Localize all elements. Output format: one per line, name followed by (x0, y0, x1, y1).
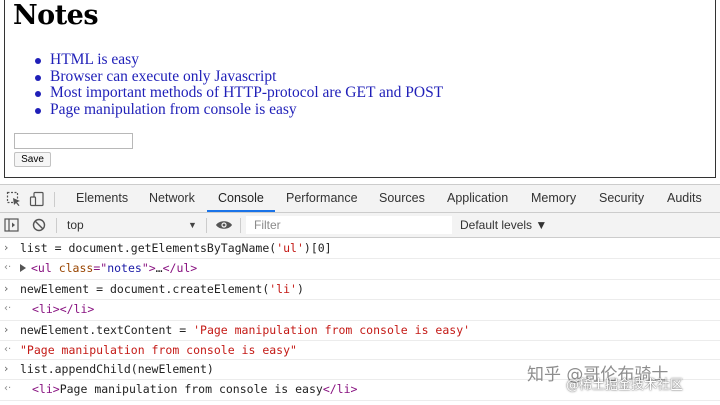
page-title: Notes (13, 0, 99, 31)
tab-performance[interactable]: Performance (286, 185, 358, 212)
console-input-row: › newElement.textContent = 'Page manipula… (0, 321, 720, 341)
tab-network[interactable]: Network (149, 185, 195, 212)
result-arrow-icon: ‹· (4, 262, 12, 273)
tab-audits[interactable]: Audits (667, 185, 702, 212)
toolbar-divider (240, 218, 241, 233)
console-input-row: › newElement = document.createElement('li… (0, 280, 720, 300)
tab-security[interactable]: Security (599, 185, 644, 212)
console-code: <ul class="notes">…</ul> (20, 259, 197, 277)
code-token: ) (296, 282, 304, 296)
code-token: =" (93, 261, 108, 275)
console-code: newElement = document.createElement('li'… (20, 280, 304, 298)
code-token: … (155, 261, 163, 275)
prompt-icon: › (4, 362, 9, 375)
prompt-icon: › (4, 323, 9, 336)
context-selector-value: top (67, 218, 84, 232)
code-token: newElement = document.createElement( (20, 282, 270, 296)
list-item: Page manipulation from console is easy (31, 101, 443, 119)
eye-icon[interactable] (215, 219, 233, 231)
list-item: HTML is easy (31, 51, 443, 69)
console-code: list.appendChild(newElement) (20, 360, 214, 378)
context-selector[interactable]: top ▼ (62, 213, 202, 237)
prompt-icon: › (4, 241, 9, 254)
prompt-icon: › (4, 282, 9, 295)
log-levels-dropdown[interactable]: Default levels ▼ (460, 213, 547, 237)
code-token: class (58, 261, 94, 275)
result-arrow-icon: ‹· (4, 383, 12, 394)
sidebar-toggle-icon[interactable] (4, 218, 19, 232)
clear-console-icon[interactable] (32, 218, 46, 232)
device-toolbar-icon[interactable] (29, 191, 45, 207)
console-input-row: › list = document.getElementsByTagName('u… (0, 239, 720, 259)
console-prompt-row[interactable]: › (0, 401, 720, 405)
note-input[interactable] (14, 133, 133, 149)
result-arrow-icon: ‹· (4, 344, 12, 355)
code-token: notes (107, 261, 142, 275)
code-token: list.appendChild(newElement) (20, 362, 214, 376)
tab-memory[interactable]: Memory (531, 185, 576, 212)
code-token: <ul (31, 261, 59, 275)
filter-input[interactable] (246, 216, 452, 234)
save-button[interactable]: Save (14, 152, 51, 167)
code-token: </ul> (162, 261, 198, 275)
tab-application[interactable]: Application (447, 185, 508, 212)
console-toolbar: top ▼ Default levels ▼ (0, 213, 720, 238)
console-code: list = document.getElementsByTagName('ul… (20, 239, 332, 257)
console-code: "Page manipulation from console is easy" (20, 341, 297, 359)
list-item: Most important methods of HTTP-protocol … (31, 84, 443, 102)
tab-console[interactable]: Console (218, 185, 264, 212)
code-token: )[0] (303, 241, 332, 255)
list-item: Browser can execute only Javascript (31, 68, 443, 86)
tab-elements[interactable]: Elements (76, 185, 128, 212)
devtools-tab-bar: Elements Network Console Performance Sou… (0, 184, 720, 213)
toolbar-divider (54, 192, 55, 207)
code-token: <li></li> (32, 302, 95, 316)
tab-sources[interactable]: Sources (379, 185, 425, 212)
console-code: <li></li> (32, 300, 94, 318)
code-token: "> (141, 261, 156, 275)
console-code: <li>Page manipulation from console is ea… (32, 380, 357, 398)
note-list: HTML is easy Browser can execute only Ja… (31, 51, 443, 119)
dropdown-arrow-icon: ▼ (188, 220, 197, 230)
console-result-row: ‹· "Page manipulation from console is eas… (0, 341, 720, 360)
toolbar-divider (206, 218, 207, 233)
prompt-icon: › (4, 401, 16, 405)
code-token: Page manipulation from console is easy (59, 382, 323, 396)
code-token: 'ul' (276, 241, 304, 255)
code-token: 'li' (269, 282, 297, 296)
expand-triangle-icon[interactable] (20, 264, 26, 272)
console-code: newElement.textContent = 'Page manipulat… (20, 321, 470, 339)
console-result-row[interactable]: ‹· <ul class="notes">…</ul> (0, 259, 720, 280)
code-token: "Page manipulation from console is easy" (20, 343, 297, 357)
toolbar-divider (56, 218, 57, 233)
console-result-row: ‹· <li></li> (0, 300, 720, 321)
active-tab-indicator (207, 210, 275, 212)
code-token: 'Page manipulation from console is easy' (193, 323, 471, 337)
code-token: <li> (32, 382, 60, 396)
page-viewport: Notes HTML is easy Browser can execute o… (4, 0, 716, 178)
code-token: list = document.getElementsByTagName( (20, 241, 277, 255)
watermark-juejin: @稀土掘金技术社区 (566, 378, 684, 393)
inspect-element-icon[interactable] (6, 191, 22, 207)
result-arrow-icon: ‹· (4, 303, 12, 314)
code-token: </li> (322, 382, 358, 396)
code-token: newElement.textContent = (20, 323, 194, 337)
